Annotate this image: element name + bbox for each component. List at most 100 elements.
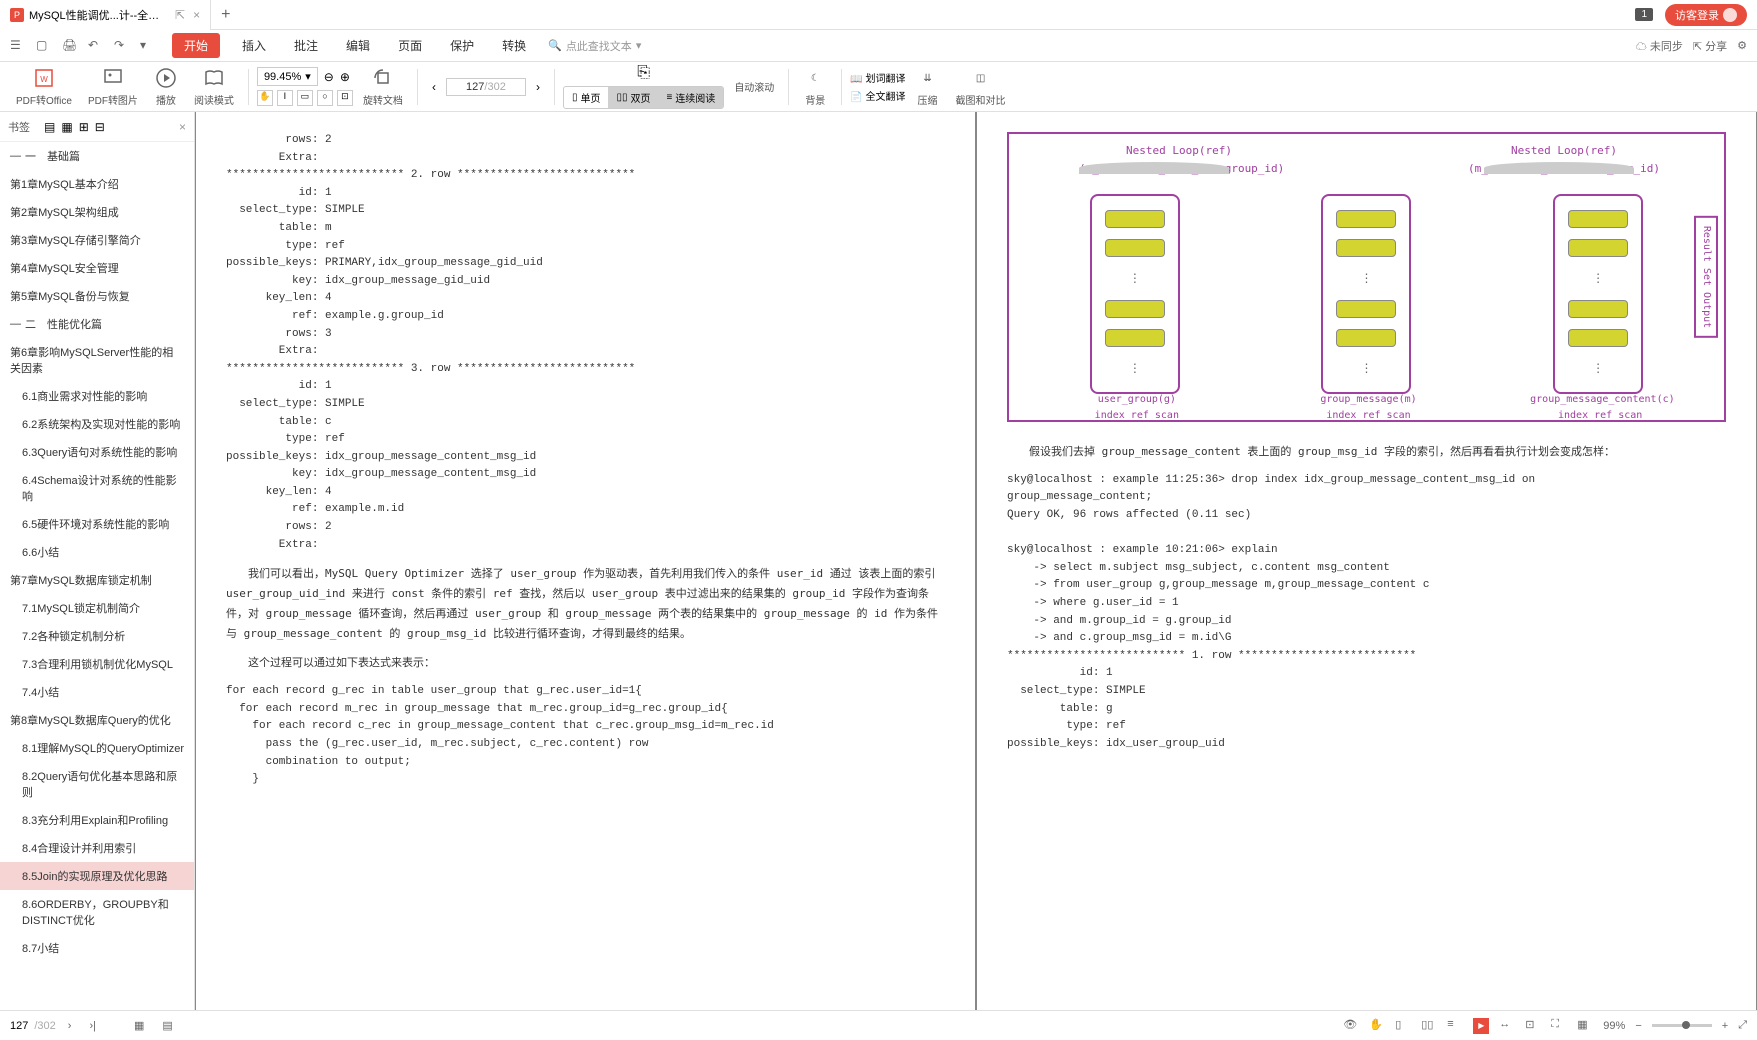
bookmark-expand-icon[interactable]: ⊞ — [79, 120, 89, 134]
dropdown-icon[interactable]: ▾ — [140, 38, 156, 54]
status-page-current[interactable]: 127 — [10, 1020, 28, 1032]
expand-icon[interactable]: ⤢ — [1738, 1019, 1747, 1032]
play-status-icon[interactable]: ▶ — [1473, 1018, 1489, 1034]
toc-item-7[interactable]: 第6章影响MySQLServer性能的相关因素 — [0, 338, 194, 382]
toc-item-20[interactable]: 8.1理解MySQL的QueryOptimizer — [0, 734, 194, 762]
menu-edit[interactable]: 编辑 — [340, 33, 376, 58]
hand-tool-icon[interactable]: ✋ — [257, 90, 273, 106]
settings-icon[interactable]: ⚙ — [1737, 39, 1747, 52]
status-outline-icon[interactable]: ▤ — [156, 1019, 178, 1032]
line-translate-button[interactable]: 📖 划词翻译 — [850, 70, 905, 85]
prev-page-icon[interactable]: ‹ — [426, 80, 442, 94]
zoom-in-status-icon[interactable]: + — [1722, 1020, 1728, 1032]
zoom-tool-icon[interactable]: ▭ — [297, 90, 313, 106]
toc-item-9[interactable]: 6.2系统架构及实现对性能的影响 — [0, 410, 194, 438]
zoom-out-icon[interactable]: ⊖ — [324, 70, 334, 84]
toc-item-1[interactable]: 第1章MySQL基本介绍 — [0, 170, 194, 198]
pdf-to-image-button[interactable]: PDF转图片 — [82, 66, 144, 107]
toc-item-25[interactable]: 8.6ORDERBY，GROUPBY和DISTINCT优化 — [0, 890, 194, 934]
toc-item-0[interactable]: —一 基础篇 — [0, 142, 194, 170]
rotate-button[interactable]: 旋转文档 — [357, 66, 409, 107]
view-continuous-icon[interactable]: ≡ — [1447, 1018, 1463, 1034]
save-icon[interactable]: 🖨 — [62, 38, 78, 54]
toc-item-19[interactable]: 第8章MySQL数据库Query的优化 — [0, 706, 194, 734]
view-double-icon[interactable]: ▯▯ — [1421, 1018, 1437, 1034]
toc-item-10[interactable]: 6.3Query语句对系统性能的影响 — [0, 438, 194, 466]
toc-item-5[interactable]: 第5章MySQL备份与恢复 — [0, 282, 194, 310]
toc-item-16[interactable]: 7.2各种锁定机制分析 — [0, 622, 194, 650]
toc-item-3[interactable]: 第3章MySQL存储引擎简介 — [0, 226, 194, 254]
bookmark-view-icon[interactable]: ▤ — [44, 120, 55, 134]
search-input[interactable]: 🔍 点此查找文本 ▾ — [548, 38, 641, 54]
toc-item-2[interactable]: 第2章MySQL架构组成 — [0, 198, 194, 226]
status-thumbnail-icon[interactable]: ▦ — [128, 1019, 150, 1032]
background-button[interactable]: ☾ 背景 — [797, 66, 833, 107]
status-next-icon[interactable]: › — [62, 1020, 78, 1032]
toc-item-22[interactable]: 8.3充分利用Explain和Profiling — [0, 806, 194, 834]
add-tab-button[interactable]: + — [211, 6, 240, 24]
fullscreen-icon[interactable]: ⛶ — [1551, 1018, 1567, 1034]
open-icon[interactable]: ▢ — [36, 38, 52, 54]
document-tab[interactable]: P MySQL性能调优...计--全册.pdf ⇱ × — [0, 0, 211, 30]
toc-item-21[interactable]: 8.2Query语句优化基本思路和原则 — [0, 762, 194, 806]
zoom-select[interactable]: 99.45%▾ — [257, 67, 318, 86]
fit-tool-icon[interactable]: ⊡ — [337, 90, 353, 106]
select-tool-icon[interactable]: I — [277, 90, 293, 106]
undo-icon[interactable]: ↶ — [88, 38, 104, 54]
screenshot-compare-button[interactable]: ◫ 截图和对比 — [950, 66, 1012, 107]
zoom-level[interactable]: 99% — [1603, 1020, 1625, 1032]
continuous-toggle[interactable]: ≡ 连续阅读 — [658, 87, 723, 108]
menu-annotate[interactable]: 批注 — [288, 33, 324, 58]
toc-item-17[interactable]: 7.3合理利用锁机制优化MySQL — [0, 650, 194, 678]
compress-button[interactable]: ⇊ 压缩 — [910, 66, 946, 107]
toc-item-14[interactable]: 第7章MySQL数据库锁定机制 — [0, 566, 194, 594]
fit-page-icon[interactable]: ⊡ — [1525, 1018, 1541, 1034]
hand-icon[interactable]: ✋ — [1369, 1018, 1385, 1034]
marquee-tool-icon[interactable]: ○ — [317, 90, 333, 106]
menu-insert[interactable]: 插入 — [236, 33, 272, 58]
toc-item-26[interactable]: 8.7小结 — [0, 934, 194, 962]
toc-item-18[interactable]: 7.4小结 — [0, 678, 194, 706]
fit-width-icon[interactable]: ↔ — [1499, 1018, 1515, 1034]
login-button[interactable]: 访客登录 — [1665, 4, 1747, 26]
play-button[interactable]: 播放 — [148, 66, 184, 107]
view-single-icon[interactable]: ▯ — [1395, 1018, 1411, 1034]
close-icon[interactable]: × — [193, 8, 200, 22]
single-page-toggle[interactable]: ▯ 单页 — [564, 87, 609, 108]
double-page-toggle[interactable]: ▯▯ 双页 — [608, 87, 658, 108]
pdf-to-office-button[interactable]: W PDF转Office — [10, 66, 78, 107]
menu-start[interactable]: 开始 — [172, 33, 220, 58]
toc-item-8[interactable]: 6.1商业需求对性能的影响 — [0, 382, 194, 410]
read-mode-button[interactable]: 阅读模式 — [188, 66, 240, 107]
next-page-icon[interactable]: › — [530, 80, 546, 94]
insert-page-icon[interactable]: ⎘ — [637, 64, 650, 82]
bookmark-collapse-icon[interactable]: ⊟ — [95, 120, 105, 134]
auto-scroll-button[interactable]: 自动滚动 — [728, 79, 780, 94]
menu-convert[interactable]: 转换 — [496, 33, 532, 58]
sidebar-close-icon[interactable]: × — [179, 120, 186, 134]
bookmark-add-icon[interactable]: ▦ — [61, 120, 72, 134]
zoom-out-status-icon[interactable]: − — [1635, 1020, 1641, 1032]
status-last-icon[interactable]: ›| — [83, 1020, 102, 1032]
toc-item-6[interactable]: —二 性能优化篇 — [0, 310, 194, 338]
zoom-in-icon[interactable]: ⊕ — [340, 70, 350, 84]
toc-item-15[interactable]: 7.1MySQL锁定机制简介 — [0, 594, 194, 622]
eye-icon[interactable]: 👁 — [1343, 1018, 1359, 1034]
full-translate-button[interactable]: 📄 全文翻译 — [850, 88, 905, 103]
sync-status[interactable]: ☁ 未同步 — [1636, 38, 1683, 54]
thumbnail-grid-icon[interactable]: ▦ — [1577, 1018, 1593, 1034]
toc-item-13[interactable]: 6.6小结 — [0, 538, 194, 566]
toc-item-11[interactable]: 6.4Schema设计对系统的性能影响 — [0, 466, 194, 510]
page-input[interactable]: 127/302 — [446, 78, 526, 96]
toc-item-23[interactable]: 8.4合理设计并利用索引 — [0, 834, 194, 862]
toc-item-4[interactable]: 第4章MySQL安全管理 — [0, 254, 194, 282]
menu-protect[interactable]: 保护 — [444, 33, 480, 58]
toc-item-24[interactable]: 8.5Join的实现原理及优化思路 — [0, 862, 194, 890]
redo-icon[interactable]: ↷ — [114, 38, 130, 54]
notification-badge[interactable]: 1 — [1635, 8, 1653, 21]
share-button[interactable]: ⇱ 分享 — [1693, 38, 1727, 54]
toc-item-12[interactable]: 6.5硬件环境对系统性能的影响 — [0, 510, 194, 538]
tab-pin-icon[interactable]: ⇱ — [175, 8, 185, 22]
menu-page[interactable]: 页面 — [392, 33, 428, 58]
menu-icon[interactable]: ☰ — [10, 38, 26, 54]
